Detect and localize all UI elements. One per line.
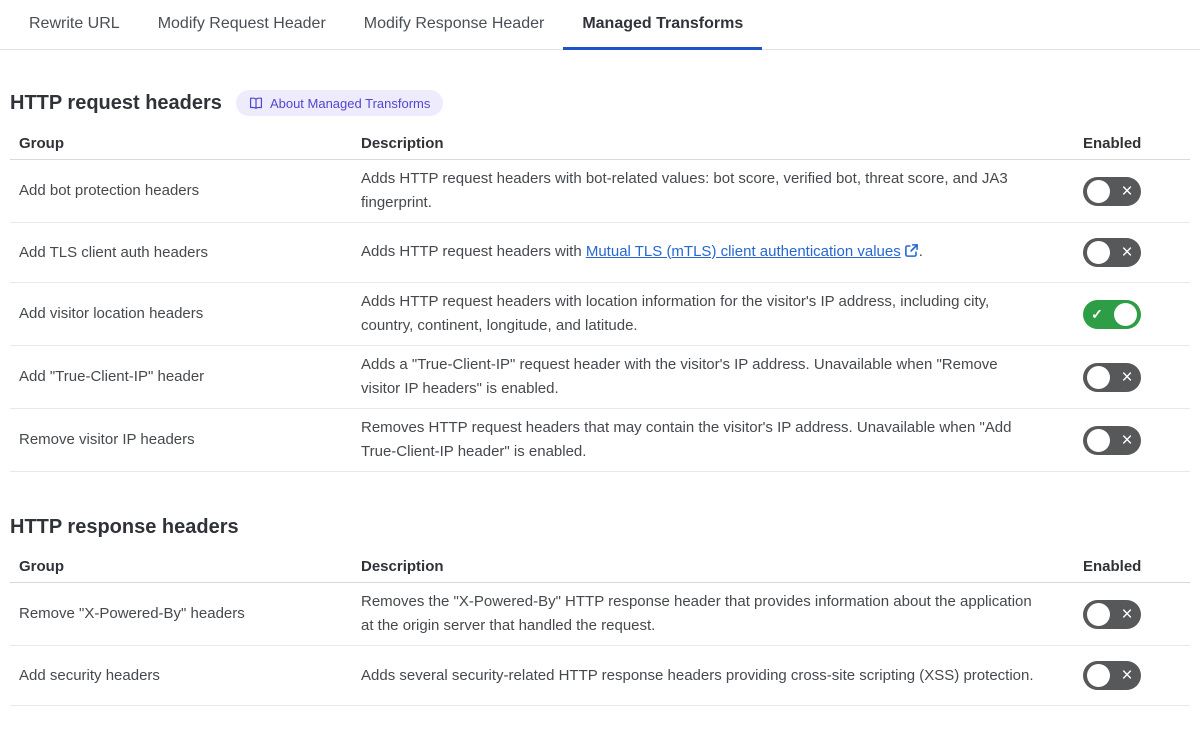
x-icon: × (1121, 366, 1133, 388)
x-icon: × (1121, 242, 1133, 263)
section-title: HTTP response headers (10, 516, 239, 538)
table-row-add-security-headers: Add security headers Adds several securi… (10, 646, 1190, 706)
enabled-cell: ✓ × (1083, 362, 1190, 392)
enabled-cell: ✓ × (1083, 661, 1190, 690)
table-body: Add bot protection headers Adds HTTP req… (10, 160, 1190, 472)
group-cell: Remove visitor IP headers (19, 431, 195, 448)
toggle-switch[interactable]: ✓ × (1083, 425, 1141, 455)
toggle-switch[interactable]: ✓ × (1083, 599, 1141, 629)
column-header-group: Group (19, 135, 64, 152)
check-icon: ✓ (1091, 306, 1103, 322)
column-header-group: Group (19, 558, 64, 575)
enabled-cell: ✓ × (1083, 299, 1190, 329)
description-cell: Adds several security-related HTTP respo… (361, 666, 1034, 684)
tab-bar: Rewrite URL Modify Request Header Modify R… (0, 0, 1200, 50)
group-cell: Add TLS client auth headers (19, 243, 209, 261)
toggle-switch[interactable]: ✓ × (1083, 238, 1141, 267)
description-cell: Adds HTTP request headers with Mutual TL… (361, 240, 1083, 266)
group-cell: Add security headers (19, 666, 160, 684)
main-content: HTTP request headers About Managed Trans… (0, 90, 1200, 706)
x-icon: × (1121, 180, 1133, 202)
table-row-add-tls-client-auth-headers: Add TLS client auth headers Adds HTTP re… (10, 223, 1190, 283)
group-cell: Remove "X-Powered-By" headers (19, 605, 245, 622)
description-cell: Removes the "X-Powered-By" HTTP response… (361, 593, 1032, 634)
x-icon: × (1121, 603, 1133, 625)
tab-modify-response-header[interactable]: Modify Response Header (345, 0, 564, 50)
description-cell: Removes HTTP request headers that may co… (361, 419, 1012, 460)
badge-label: About Managed Transforms (269, 95, 431, 111)
table-body: Remove "X-Powered-By" headers Removes th… (10, 583, 1190, 706)
section-header: HTTP response headers (10, 516, 1190, 539)
group-cell: Add "True-Client-IP" header (19, 368, 205, 385)
toggle-knob (1087, 428, 1110, 452)
description-cell: Adds HTTP request headers with location … (361, 293, 990, 334)
description-cell: Adds a "True-Client-IP" request header w… (361, 356, 998, 397)
section-title: HTTP request headers (10, 91, 222, 114)
table-row-add-true-client-ip-header: Add "True-Client-IP" header Adds a "True… (10, 346, 1190, 409)
table-row-remove-visitor-ip-headers: Remove visitor IP headers Removes HTTP r… (10, 409, 1190, 472)
about-managed-transforms-badge[interactable]: About Managed Transforms (235, 90, 444, 116)
book-icon (249, 96, 263, 110)
column-header-description: Description (361, 558, 444, 575)
tab-managed-transforms[interactable]: Managed Transforms (563, 0, 763, 50)
tab-rewrite-url[interactable]: Rewrite URL (10, 0, 139, 50)
toggle-switch[interactable]: ✓ × (1083, 176, 1141, 206)
description-link[interactable]: Mutual TLS (mTLS) client authentication … (586, 243, 901, 260)
description-cell: Adds HTTP request headers with bot-relat… (361, 170, 1008, 211)
toggle-knob (1087, 241, 1110, 264)
enabled-cell: ✓ × (1083, 599, 1190, 629)
transforms-table: Group Description Enabled Remove "X-Powe… (10, 551, 1190, 706)
toggle-switch[interactable]: ✓ × (1083, 661, 1141, 690)
toggle-knob (1087, 179, 1110, 203)
column-header-enabled: Enabled (1083, 558, 1142, 575)
toggle-knob (1087, 664, 1110, 687)
table-row-remove-x-powered-by-headers: Remove "X-Powered-By" headers Removes th… (10, 583, 1190, 646)
toggle-switch[interactable]: ✓ × (1083, 362, 1141, 392)
section-http-response-headers: HTTP response headers Group Description … (10, 516, 1190, 706)
group-cell: Add visitor location headers (19, 305, 204, 322)
transforms-table: Group Description Enabled Add bot protec… (10, 128, 1190, 472)
enabled-cell: ✓ × (1083, 425, 1190, 455)
toggle-knob (1087, 602, 1110, 626)
x-icon: × (1121, 429, 1133, 451)
toggle-knob (1087, 365, 1110, 389)
section-http-request-headers: HTTP request headers About Managed Trans… (10, 90, 1190, 472)
group-cell: Add bot protection headers (19, 182, 200, 199)
table-row-add-visitor-location-headers: Add visitor location headers Adds HTTP r… (10, 283, 1190, 346)
table-header-row: Group Description Enabled (10, 551, 1190, 583)
x-icon: × (1121, 665, 1133, 686)
tab-modify-request-header[interactable]: Modify Request Header (139, 0, 345, 50)
column-header-enabled: Enabled (1083, 135, 1142, 152)
toggle-switch[interactable]: ✓ × (1083, 299, 1141, 329)
table-row-add-bot-protection-headers: Add bot protection headers Adds HTTP req… (10, 160, 1190, 223)
section-header: HTTP request headers About Managed Trans… (10, 90, 1190, 116)
column-header-description: Description (361, 135, 444, 152)
enabled-cell: ✓ × (1083, 238, 1190, 267)
enabled-cell: ✓ × (1083, 176, 1190, 206)
external-link-icon (904, 242, 919, 266)
toggle-knob (1114, 302, 1137, 326)
table-header-row: Group Description Enabled (10, 128, 1190, 160)
